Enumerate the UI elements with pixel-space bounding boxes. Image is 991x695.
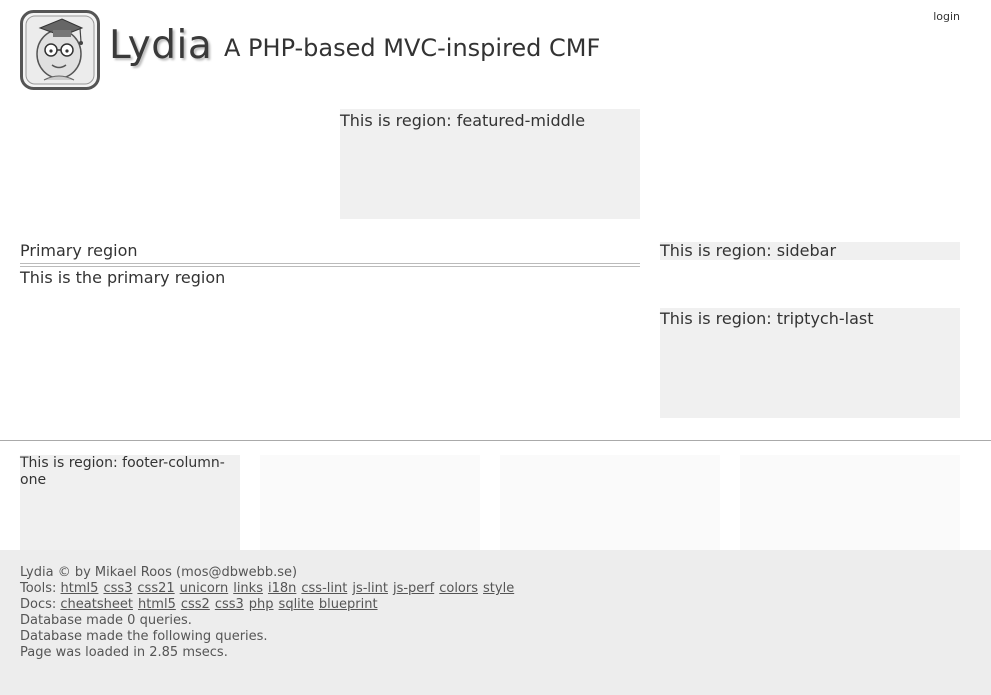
page: Lydia A PHP-based MVC-inspired CMF login… xyxy=(0,0,991,695)
footer-db-queries-list: Database made the following queries. xyxy=(20,629,268,644)
footer-column-four xyxy=(740,455,960,565)
footer-db-queries-count: Database made 0 queries. xyxy=(20,613,192,628)
graduate-face-logo-icon[interactable] xyxy=(20,10,100,90)
footer-docs-links: cheatsheet html5 css2 css3 php sqlite blueprin… xyxy=(60,597,377,612)
footer-column-one: This is region: footer-column-one xyxy=(20,455,240,565)
footer-docs-line: Docs: cheatsheet html5 css2 css3 php sqlite bl… xyxy=(20,597,514,613)
tools-link-css-lint[interactable]: css-lint xyxy=(301,581,347,596)
featured-middle-text: This is region: featured-middle xyxy=(340,111,586,130)
featured-middle-region: This is region: featured-middle xyxy=(340,109,640,219)
tools-link-i18n[interactable]: i18n xyxy=(268,581,296,596)
tools-link-colors[interactable]: colors xyxy=(439,581,478,596)
primary-title-divider xyxy=(20,263,640,267)
main-footer-divider xyxy=(0,440,991,441)
docs-link-cheatsheet[interactable]: cheatsheet xyxy=(60,597,133,612)
footer-text: Lydia © by Mikael Roos (mos@dbwebb.se) T… xyxy=(20,565,514,661)
tools-link-style[interactable]: style xyxy=(483,581,514,596)
site-title[interactable]: Lydia xyxy=(109,26,212,65)
docs-link-blueprint[interactable]: blueprint xyxy=(319,597,378,612)
login-link[interactable]: login xyxy=(933,10,960,23)
docs-link-css3[interactable]: css3 xyxy=(215,597,244,612)
primary-region-title: Primary region xyxy=(20,241,138,260)
tools-link-html5[interactable]: html5 xyxy=(61,581,99,596)
primary-region-content: This is the primary region xyxy=(20,268,226,287)
tools-link-unicorn[interactable]: unicorn xyxy=(180,581,229,596)
docs-link-sqlite[interactable]: sqlite xyxy=(279,597,314,612)
tools-link-css3[interactable]: css3 xyxy=(103,581,132,596)
tools-link-js-lint[interactable]: js-lint xyxy=(352,581,388,596)
docs-link-html5[interactable]: html5 xyxy=(138,597,176,612)
docs-link-css2[interactable]: css2 xyxy=(181,597,210,612)
footer-tools-links: html5 css3 css21 unicorn links i18n css-lint js… xyxy=(61,581,515,596)
footer-docs-label: Docs: xyxy=(20,597,57,612)
tools-link-links[interactable]: links xyxy=(233,581,263,596)
footer-credit: Lydia © by Mikael Roos (mos@dbwebb.se) xyxy=(20,565,298,580)
tools-link-js-perf[interactable]: js-perf xyxy=(393,581,434,596)
footer-column-two xyxy=(260,455,480,565)
sidebar-region: This is region: sidebar xyxy=(660,242,960,260)
footer-column-three xyxy=(500,455,720,565)
sidebar-text: This is region: sidebar xyxy=(660,241,837,260)
docs-link-php[interactable]: php xyxy=(249,597,274,612)
tools-link-css21[interactable]: css21 xyxy=(137,581,174,596)
footer-tools-line: Tools: html5 css3 css21 unicorn links i18n css… xyxy=(20,581,514,597)
footer-tools-label: Tools: xyxy=(20,581,57,596)
footer-load-time: Page was loaded in 2.85 msecs. xyxy=(20,645,228,660)
site-slogan: A PHP-based MVC-inspired CMF xyxy=(224,34,601,62)
triptych-last-text: This is region: triptych-last xyxy=(660,309,874,328)
footer-column-one-text: This is region: footer-column-one xyxy=(20,455,225,488)
triptych-last-region: This is region: triptych-last xyxy=(660,308,960,418)
